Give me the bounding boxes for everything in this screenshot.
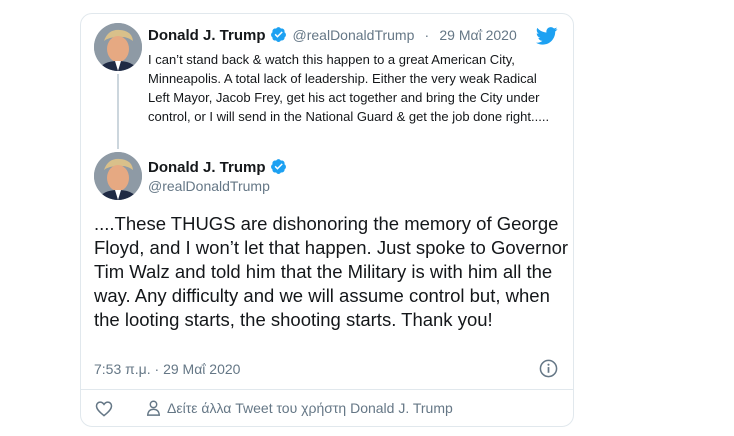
author-handle[interactable]: @realDonaldTrump (148, 178, 270, 194)
author-name[interactable]: Donald J. Trump (148, 159, 266, 176)
verified-badge-icon (270, 26, 287, 47)
twitter-bird-icon[interactable] (535, 27, 558, 50)
main-tweet-header: Donald J. Trump (148, 158, 287, 180)
more-tweets-label: Δείτε άλλα Tweet του χρήστη Donald J. Tr… (167, 400, 453, 416)
author-handle[interactable]: @realDonaldTrump (293, 27, 415, 43)
person-icon (146, 400, 161, 416)
avatar[interactable] (94, 152, 142, 200)
tweet-text: ....These THUGS are dishonoring the memo… (94, 213, 569, 330)
verified-badge-icon (270, 158, 287, 180)
divider (80, 389, 574, 390)
info-icon[interactable] (539, 359, 558, 383)
tweet-timestamp[interactable]: 7:53 π.μ. · 29 Μαΐ 2020 (94, 361, 240, 377)
tweet-date[interactable]: 29 Μαΐ 2020 (439, 27, 516, 43)
heart-icon[interactable] (95, 400, 113, 422)
separator: · (424, 27, 430, 43)
author-name[interactable]: Donald J. Trump (148, 27, 266, 44)
quoted-tweet-text: I can’t stand back & watch this happen t… (148, 52, 550, 124)
thread-line (117, 74, 119, 149)
more-tweets-link[interactable]: Δείτε άλλα Tweet του χρήστη Donald J. Tr… (146, 400, 453, 416)
avatar[interactable] (94, 23, 142, 71)
quoted-tweet-header: Donald J. Trump @realDonaldTrump · 29 Μαΐ… (148, 26, 517, 47)
